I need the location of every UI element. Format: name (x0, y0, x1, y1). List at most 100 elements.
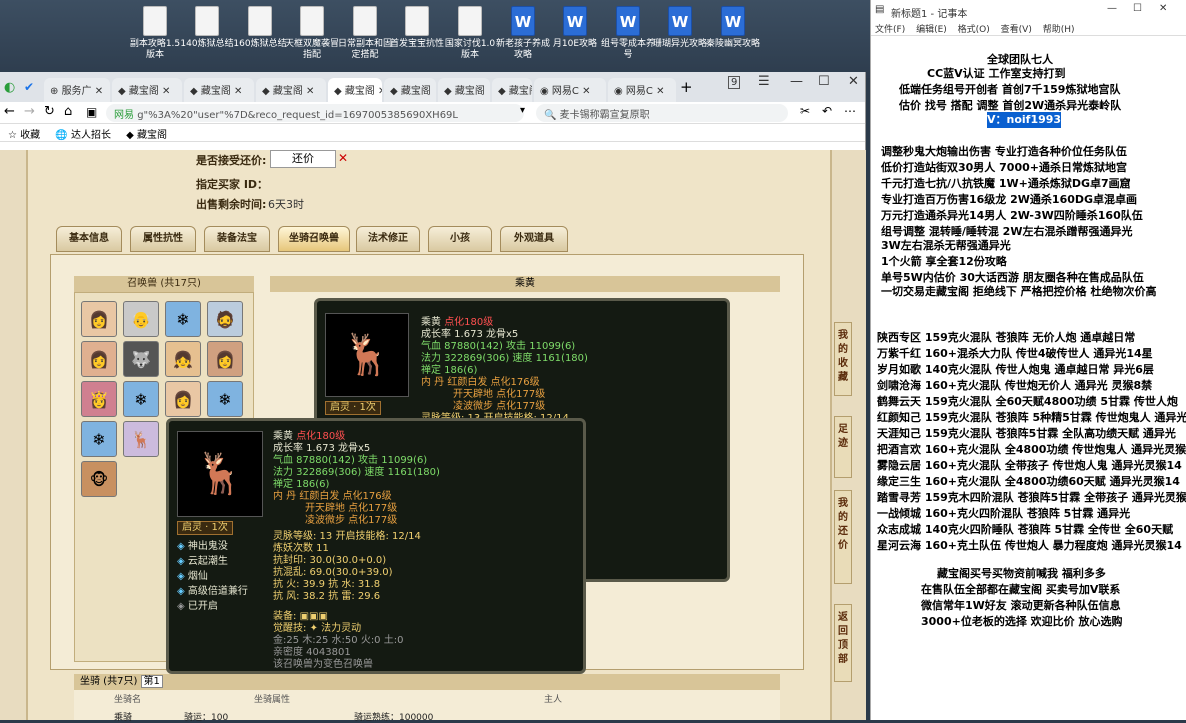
browser-tab-active[interactable]: ◆ 藏宝阁 ✕ (328, 78, 382, 102)
undo-icon[interactable]: ↶ (822, 104, 832, 118)
cut-icon[interactable]: ✂ (800, 104, 810, 118)
close-icon[interactable]: ✕ (338, 151, 348, 165)
search-input[interactable]: 🔍 麦卡锡称霸宣复原职 (536, 104, 788, 122)
remaining-label: 出售剩余时间: (196, 198, 267, 211)
menu-edit[interactable]: 编辑(E) (916, 25, 947, 35)
menu-file[interactable]: 文件(F) (875, 25, 905, 35)
desktop-file-icon[interactable]: 天框双魔袭冒指配 (285, 6, 339, 61)
desktop-word-icon[interactable]: W 秦陵幽冥攻略 (706, 6, 760, 50)
bookmark-item[interactable]: ◆ 藏宝阁 (126, 130, 167, 141)
menu-help[interactable]: 帮助(H) (1043, 25, 1075, 35)
browser-tab[interactable]: ◆ 藏宝阁 ✕ (184, 78, 254, 102)
my-offers-button[interactable]: 我的还价 (834, 490, 852, 584)
skill-item: ◈ 神出鬼没 (177, 541, 228, 552)
text-line: 陕西专区 159克火混队 苍狼阵 无价人炮 通卓越日常 (877, 331, 1136, 344)
close-icon[interactable]: ✕ (1159, 3, 1167, 14)
mount-row-skill: 骑运熟练：100000 (354, 713, 434, 723)
pet-avatar[interactable]: ❄ (165, 301, 201, 337)
tab-attributes[interactable]: 属性抗性 (130, 226, 196, 252)
tab-appearance[interactable]: 外观道具 (500, 226, 568, 252)
page-one-button[interactable]: 第1 (140, 675, 163, 688)
tab-children[interactable]: 小孩 (428, 226, 492, 252)
pet-avatar[interactable]: ❄ (207, 381, 243, 417)
minimize-icon[interactable]: — (1107, 3, 1117, 14)
maximize-icon[interactable]: ☐ (818, 74, 830, 89)
pet-avatar[interactable]: 🐺 (123, 341, 159, 377)
desktop-file-icon[interactable]: 160炼狱总结 (233, 6, 287, 50)
menu-format[interactable]: 格式(O) (958, 25, 990, 35)
pet-avatar[interactable]: ❄ (123, 381, 159, 417)
pet-avatar[interactable]: 👧 (165, 341, 201, 377)
address-bar[interactable]: 网易 g"%3A%20"user"%7D&reco_request_id=169… (106, 104, 524, 122)
bookmark-item[interactable]: 🌐 达人招长 (55, 130, 111, 141)
more-icon[interactable]: ⋯ (844, 104, 856, 118)
browser-tab[interactable]: ◆ 藏宝阁 ✕ (112, 78, 182, 102)
text-line: 低端任务组号开创者 首创7千159炼狱地宫队 (899, 83, 1121, 96)
briefcase-icon[interactable]: ▣ (86, 105, 97, 119)
pet-avatar[interactable]: 🧔 (207, 301, 243, 337)
browser-navbar: ← → ↻ ⌂ ▣ 网易 g"%3A%20"user"%7D&reco_requ… (0, 102, 865, 124)
pet-avatar[interactable]: 👸 (81, 381, 117, 417)
pet-avatar[interactable]: 👩 (81, 301, 117, 337)
pet-avatar[interactable]: ❄ (81, 421, 117, 457)
desktop-file-icon[interactable]: 首发宝宝抗性 (390, 6, 444, 50)
browser-tab[interactable]: ◆ 藏宝阁 (384, 78, 436, 102)
text-line: 万紫千红 160+混杀大力队 传世4破传世人 通异光14星 (877, 347, 1153, 360)
minimize-icon[interactable]: — (790, 74, 803, 89)
pet-avatar[interactable]: 👩 (165, 381, 201, 417)
desktop-word-icon[interactable]: W 组号零成本养号 (601, 6, 655, 61)
back-icon[interactable]: ← (4, 104, 15, 119)
text-line: 红颜知己 159克火混队 苍狼阵 5种精5甘霖 传世炮鬼人 通异光 (877, 411, 1186, 424)
tab-spells[interactable]: 法术修正 (356, 226, 420, 252)
browser-tabbar: ◐ ✔ ⊕ 服务广 ✕ ◆ 藏宝阁 ✕ ◆ 藏宝阁 ✕ ◆ 藏宝阁 ✕ ◆ 藏宝… (0, 72, 865, 102)
desktop-file-icon[interactable]: 国家讨伐1.0版本 (443, 6, 497, 61)
browser-tab[interactable]: ⊕ 服务广 ✕ (44, 78, 110, 102)
desktop-word-icon[interactable]: W 珊瑚异光攻略 (653, 6, 707, 50)
pet-avatar[interactable]: 👩 (207, 341, 243, 377)
text-line: 3000+位老板的选择 欢迎比价 放心选购 (921, 615, 1123, 628)
pet-avatar[interactable]: 👩 (81, 341, 117, 377)
desktop-word-icon[interactable]: W 月10E攻略 (548, 6, 602, 50)
browser-tab[interactable]: ◆ 藏宝阁 (492, 78, 532, 102)
bookmark-bar: ☆ 收藏 🌐 达人招长 ◆ 藏宝阁 (0, 124, 865, 142)
tab-mounts-pets[interactable]: 坐骑召唤兽 (278, 226, 350, 252)
tab-basic-info[interactable]: 基本信息 (56, 226, 122, 252)
pets-header: 召唤兽 (共17只) (74, 276, 254, 292)
home-icon[interactable]: ⌂ (64, 104, 72, 119)
menu-icon[interactable]: ☰ (758, 74, 770, 89)
browser-tab[interactable]: ◉ 网易C ✕ (534, 78, 606, 102)
maximize-icon[interactable]: ☐ (1133, 3, 1142, 14)
url-text: g"%3A%20"user"%7D&reco_request_id=169700… (137, 110, 458, 121)
desktop-word-icon[interactable]: W 新老孩子养成攻略 (496, 6, 550, 61)
my-favorites-button[interactable]: 我的收藏 (834, 322, 852, 396)
dropdown-icon[interactable]: ▾ (520, 105, 525, 116)
tab-count-icon[interactable]: 9 (728, 76, 741, 89)
text-line: CC蓝V认证 工作室支持打到 (927, 67, 1066, 80)
back-to-top-button[interactable]: 返回顶部 (834, 604, 852, 682)
pet-avatar[interactable]: 👴 (123, 301, 159, 337)
footprint-button[interactable]: 足迹 (834, 416, 852, 478)
new-tab-icon[interactable]: + (680, 78, 693, 96)
col-owner: 主人 (544, 695, 563, 705)
browser-tab[interactable]: ◆ 藏宝阁 ✕ (256, 78, 326, 102)
tab-equipment[interactable]: 装备法宝 (204, 226, 270, 252)
counter-offer-button[interactable]: 还价 (270, 150, 336, 168)
awake-icon: ✦ (309, 623, 318, 634)
desktop-file-icon[interactable]: 140炼狱总结 (180, 6, 234, 50)
browser-tab[interactable]: ◉ 网易C ✕ (608, 78, 676, 102)
pet-avatar-selected[interactable]: 🦌 (123, 421, 159, 457)
desktop-file-icon[interactable]: 日常副本和固定搭配 (338, 6, 392, 61)
text-line: 低价打造站街双30男人 7000+通杀日常炼狱地宫 (881, 161, 1127, 174)
reload-icon[interactable]: ↻ (44, 104, 55, 119)
desktop-file-icon[interactable]: 副本攻略1.5版本 (128, 6, 182, 61)
close-icon[interactable]: ✕ (848, 74, 859, 89)
pet-avatar[interactable]: 🐵 (81, 461, 117, 497)
browser-tab[interactable]: ◆ 藏宝阁 (438, 78, 490, 102)
bookmark-item[interactable]: 收藏 (20, 130, 40, 141)
forward-icon[interactable]: → (24, 104, 35, 119)
menu-view[interactable]: 查看(V) (1001, 25, 1032, 35)
text-line: 剑啸沧海 160+克火混队 传世炮无价人 通异光 灵猴8禁 (877, 379, 1153, 392)
skill-item: ◈ 已开启 (177, 601, 218, 612)
star-icon[interactable]: ☆ (8, 130, 17, 141)
check-icon[interactable]: ✔ (24, 80, 34, 94)
